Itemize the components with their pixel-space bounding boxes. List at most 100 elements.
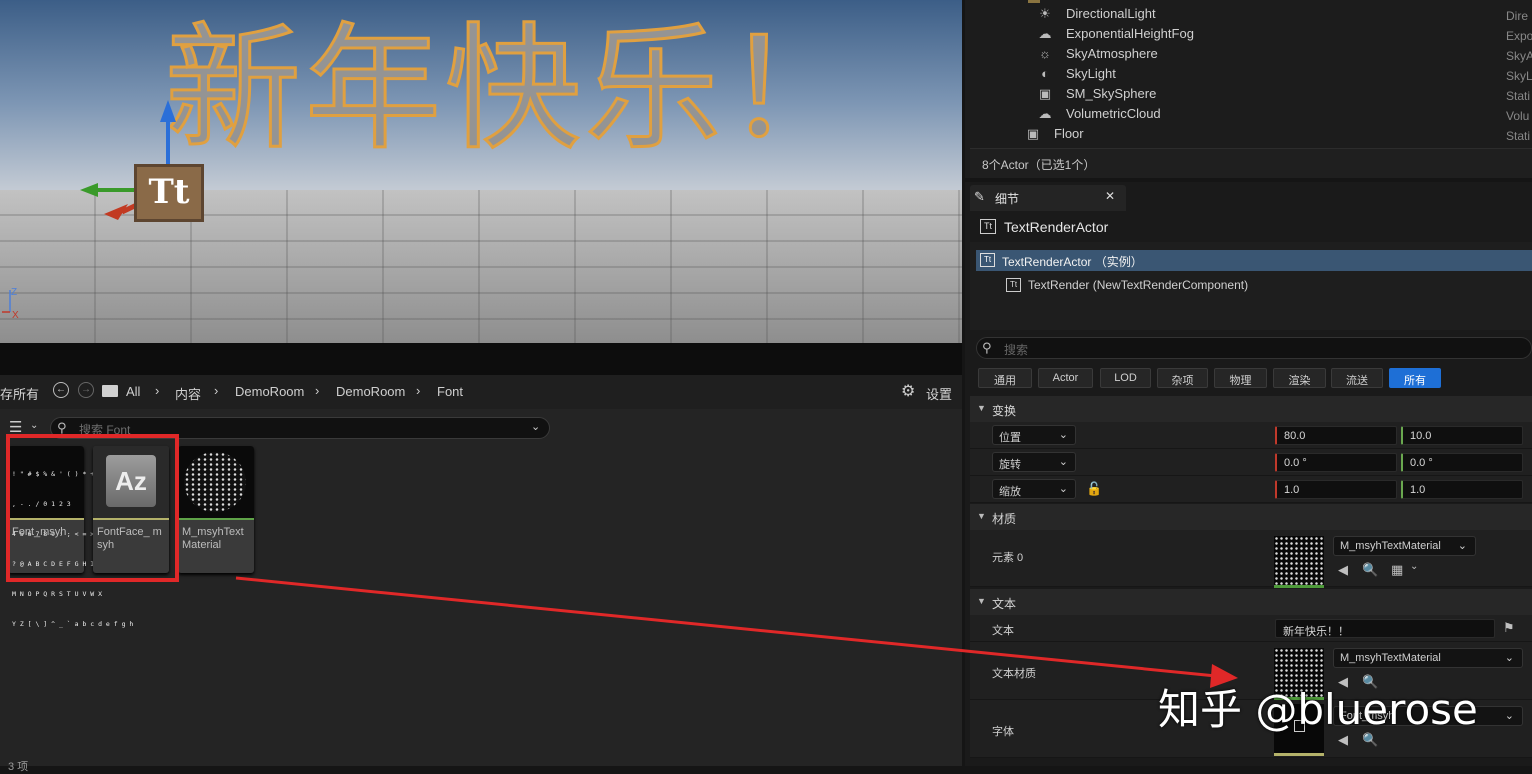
filter-tab-streaming[interactable]: 流送	[1331, 368, 1383, 388]
level-viewport[interactable]: 新年快乐！ Z X Tt	[0, 0, 962, 343]
tab-details-label: 细节	[995, 192, 1020, 206]
filter-tab-actor[interactable]: Actor	[1038, 368, 1093, 388]
selected-actor-name: TextRenderActor	[1004, 219, 1109, 235]
outliner-item-name: ExponentialHeightFog	[1066, 26, 1194, 41]
fog-icon: ☁	[1038, 26, 1052, 41]
section-title: 文本	[992, 597, 1017, 611]
details-search-placeholder: 搜索	[1004, 343, 1029, 357]
settings-button[interactable]: 设置	[926, 384, 952, 403]
browse-icon[interactable]: 🔍	[1362, 562, 1378, 578]
dropdown-label: 位置	[999, 432, 1021, 444]
outliner-item-name: SM_SkySphere	[1066, 86, 1157, 101]
text-material-dropdown[interactable]: M_msyhTextMaterial ⌄	[1333, 648, 1523, 668]
dropdown-label: M_msyhTextMaterial	[1340, 540, 1441, 552]
location-y-field[interactable]: 10.0	[1401, 426, 1523, 445]
section-title: 变换	[992, 404, 1017, 418]
use-selected-icon[interactable]: ◀	[1338, 562, 1348, 578]
chevron-down-icon: ⌄	[1504, 710, 1514, 722]
lock-icon[interactable]: 🔓	[1086, 481, 1102, 497]
section-materials[interactable]: ▼ 材质	[970, 504, 1532, 530]
section-transform[interactable]: ▼ 变换	[970, 396, 1532, 422]
filter-tab-general[interactable]: 通用	[978, 368, 1032, 388]
breadcrumb-font[interactable]: Font	[437, 384, 463, 399]
filter-tab-lod[interactable]: LOD	[1100, 368, 1151, 388]
outliner-item-type: SkyL	[1506, 69, 1532, 83]
outliner-row[interactable]: ☁ ExponentialHeightFog	[1036, 26, 1194, 46]
chevron-down-icon[interactable]: ⌄	[30, 420, 38, 431]
folder-icon[interactable]	[102, 385, 118, 397]
chevron-down-icon[interactable]: ⌄	[1410, 561, 1418, 572]
text-render-actor-icon[interactable]: Tt	[134, 164, 204, 222]
scale-y-field[interactable]: 1.0	[1401, 480, 1523, 499]
breadcrumb-demoroom-1[interactable]: DemoRoom	[235, 384, 304, 399]
section-title: 材质	[992, 512, 1017, 526]
location-x-field[interactable]: 80.0	[1275, 426, 1397, 445]
outliner-item-name: VolumetricCloud	[1066, 106, 1161, 121]
gizmo-z-arrow	[160, 100, 176, 122]
sky-icon: ☼	[1039, 46, 1051, 61]
rotation-x-field[interactable]: 0.0 °	[1275, 453, 1397, 472]
save-all-button[interactable]: 存所有	[0, 384, 39, 403]
filter-tab-rendering[interactable]: 渲染	[1273, 368, 1326, 388]
chevron-down-icon[interactable]: ⌄	[531, 420, 540, 433]
breadcrumb-demoroom-2[interactable]: DemoRoom	[336, 384, 405, 399]
asset-tile-material[interactable]: M_msyhText Material	[178, 446, 254, 573]
outliner-item-name: SkyAtmosphere	[1066, 46, 1158, 61]
gear-icon[interactable]: ⚙	[901, 381, 915, 401]
chevron-down-icon: ⌄	[1058, 483, 1068, 495]
material-thumbnail[interactable]	[1274, 536, 1324, 588]
outliner-item-type: SkyA	[1506, 49, 1532, 63]
scale-dropdown[interactable]: 缩放 ⌄	[992, 479, 1076, 499]
font-label: 字体	[992, 726, 1014, 738]
outliner-row[interactable]: ▣ SM_SkySphere	[1036, 86, 1156, 106]
tree-row-label: TextRenderActor （实例）	[1002, 255, 1143, 269]
material-sphere	[184, 452, 246, 512]
tree-row-component[interactable]: Tt TextRender (NewTextRenderComponent)	[976, 275, 1532, 296]
sun-icon: ☀	[1039, 6, 1051, 21]
rotation-y-field[interactable]: 0.0 °	[1401, 453, 1523, 472]
outliner-item-name: Floor	[1054, 126, 1084, 141]
material-thumbnail	[178, 446, 254, 518]
outliner-item-name: SkyLight	[1066, 66, 1116, 81]
section-text[interactable]: ▼ 文本	[970, 589, 1532, 615]
font-preview-line: M N O P Q R S T U V W X	[12, 590, 103, 598]
details-search-input[interactable]: ⚲ 搜索	[976, 337, 1532, 359]
outliner-row[interactable]: ▣ Floor	[1024, 126, 1084, 146]
outliner-row[interactable]: ☁ VolumetricCloud	[1036, 106, 1161, 126]
chevron-right-icon: ›	[315, 383, 320, 398]
filter-tab-physics[interactable]: 物理	[1214, 368, 1267, 388]
outliner-row[interactable]: ◐ SkyLight	[1036, 66, 1116, 86]
viewport-bottom-gap	[0, 343, 962, 375]
outliner-status-bar: 8个Actor（已选1个）	[970, 148, 1532, 178]
outliner-row[interactable]: ☀ DirectionalLight	[1036, 6, 1155, 26]
location-dropdown[interactable]: 位置 ⌄	[992, 425, 1076, 445]
folder-icon	[1028, 0, 1040, 3]
flag-icon[interactable]: ⚑	[1503, 620, 1515, 636]
breadcrumb-content[interactable]: 内容	[175, 384, 201, 403]
chevron-right-icon: ›	[214, 383, 219, 398]
outliner-item-type: Volu	[1506, 109, 1530, 123]
font-preview-line: Y Z [ \ ] ^ _ ` a b c d e f g h	[12, 620, 134, 628]
outliner-item-type: Dire	[1506, 9, 1529, 23]
tree-row-actor[interactable]: Tt TextRenderActor （实例）	[976, 250, 1532, 271]
rotation-dropdown[interactable]: 旋转 ⌄	[992, 452, 1076, 472]
text-render-icon: Tt	[1006, 278, 1021, 292]
watermark: 知乎 @bluerose	[1158, 685, 1478, 734]
material-dropdown[interactable]: M_msyhTextMaterial ⌄	[1333, 536, 1476, 556]
checker-icon[interactable]: ▦	[1391, 562, 1403, 578]
tab-details[interactable]: ✎ 细节 ✕	[970, 185, 1126, 211]
outliner-row[interactable]: ☼ SkyAtmosphere	[1036, 46, 1158, 66]
filter-tab-misc[interactable]: 杂项	[1157, 368, 1208, 388]
scale-x-field[interactable]: 1.0	[1275, 480, 1397, 499]
tree-row-label: TextRender (NewTextRenderComponent)	[1028, 278, 1249, 292]
breadcrumb-all[interactable]: All	[126, 384, 140, 399]
filter-tab-all[interactable]: 所有	[1389, 368, 1441, 388]
cloud-icon: ☁	[1038, 106, 1052, 121]
chevron-down-icon: ⌄	[1058, 456, 1068, 468]
history-forward-icon[interactable]: →	[78, 382, 94, 398]
text-value-field[interactable]: 新年快乐！！	[1275, 619, 1495, 638]
dropdown-label: 旋转	[999, 459, 1021, 471]
collapse-icon: ▼	[977, 596, 986, 606]
close-icon[interactable]: ✕	[1105, 189, 1115, 203]
history-back-icon[interactable]: ←	[53, 382, 69, 398]
